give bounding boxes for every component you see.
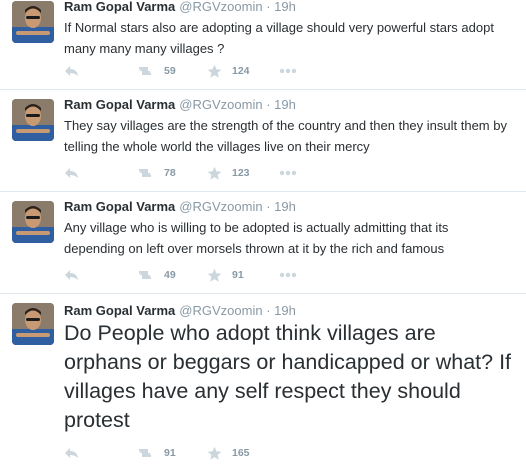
avatar[interactable] <box>12 99 54 141</box>
more-button[interactable] <box>279 266 297 284</box>
reply-button[interactable] <box>64 444 80 462</box>
favorite-button[interactable]: 123 <box>207 164 250 182</box>
timestamp[interactable]: 19h <box>274 199 296 214</box>
timestamp[interactable]: 19h <box>274 97 296 112</box>
retweet-icon <box>136 64 154 78</box>
separator-dot: · <box>266 97 271 112</box>
star-icon <box>207 64 222 79</box>
favorite-count: 91 <box>232 269 244 281</box>
more-icon <box>279 272 297 278</box>
tweet-text: Do People who adopt think villages are o… <box>64 321 512 432</box>
tweet-header: Ram Gopal Varma @RGVzoomin · 19h <box>64 0 296 16</box>
retweet-button[interactable]: 78 <box>136 164 176 182</box>
retweet-count: 49 <box>164 269 176 281</box>
reply-button[interactable] <box>64 62 80 80</box>
avatar[interactable] <box>12 1 54 43</box>
timestamp[interactable]: 19h <box>274 303 296 318</box>
more-button[interactable] <box>279 62 297 80</box>
reply-button[interactable] <box>64 266 80 284</box>
reply-icon <box>64 446 80 460</box>
retweet-button[interactable]: 49 <box>136 266 176 284</box>
retweet-icon <box>136 166 154 180</box>
tweet-header: Ram Gopal Varma @RGVzoomin · 19h <box>64 96 296 114</box>
tweet-text: Any village who is willing to be adopted… <box>64 220 449 256</box>
star-icon <box>207 268 222 283</box>
reply-button[interactable] <box>64 164 80 182</box>
reply-icon <box>64 64 80 78</box>
more-icon <box>279 170 297 176</box>
star-icon <box>207 166 222 181</box>
tweet-text: If Normal stars also are adopting a vill… <box>64 20 494 56</box>
author-handle[interactable]: @RGVzoomin <box>179 0 262 14</box>
retweet-button[interactable]: 91 <box>136 444 176 462</box>
retweet-count: 91 <box>164 447 176 459</box>
retweet-count: 59 <box>164 65 176 77</box>
author-name[interactable]: Ram Gopal Varma <box>64 199 175 214</box>
tweet-header: Ram Gopal Varma @RGVzoomin · 19h <box>64 198 296 216</box>
author-handle[interactable]: @RGVzoomin <box>179 199 262 214</box>
more-icon <box>279 68 297 74</box>
favorite-button[interactable]: 124 <box>207 62 250 80</box>
separator-dot: · <box>266 303 271 318</box>
separator-dot: · <box>266 199 271 214</box>
favorite-button[interactable]: 91 <box>207 266 244 284</box>
reply-icon <box>64 268 80 282</box>
tweet-1[interactable]: Ram Gopal Varma @RGVzoomin · 19h If Norma… <box>0 0 526 90</box>
author-handle[interactable]: @RGVzoomin <box>179 97 262 112</box>
retweet-count: 78 <box>164 167 176 179</box>
tweet-4[interactable]: Ram Gopal Varma @RGVzoomin · 19h Do Peopl… <box>0 294 526 465</box>
favorite-count: 165 <box>232 447 250 459</box>
favorite-button[interactable]: 165 <box>207 444 250 462</box>
tweet-3[interactable]: Ram Gopal Varma @RGVzoomin · 19h Any vill… <box>0 192 526 294</box>
more-button[interactable] <box>279 164 297 182</box>
retweet-button[interactable]: 59 <box>136 62 176 80</box>
retweet-icon <box>136 446 154 460</box>
separator-dot: · <box>266 0 271 14</box>
reply-icon <box>64 166 80 180</box>
favorite-count: 124 <box>232 65 250 77</box>
timestamp[interactable]: 19h <box>274 0 296 14</box>
retweet-icon <box>136 268 154 282</box>
favorite-count: 123 <box>232 167 250 179</box>
tweet-2[interactable]: Ram Gopal Varma @RGVzoomin · 19h They say… <box>0 90 526 192</box>
author-name[interactable]: Ram Gopal Varma <box>64 97 175 112</box>
star-icon <box>207 446 222 461</box>
author-name[interactable]: Ram Gopal Varma <box>64 0 175 14</box>
author-handle[interactable]: @RGVzoomin <box>179 303 262 318</box>
author-name[interactable]: Ram Gopal Varma <box>64 303 175 318</box>
avatar[interactable] <box>12 201 54 243</box>
tweet-header: Ram Gopal Varma @RGVzoomin · 19h <box>64 302 296 320</box>
tweet-text: They say villages are the strength of th… <box>64 118 507 154</box>
avatar[interactable] <box>12 303 54 345</box>
